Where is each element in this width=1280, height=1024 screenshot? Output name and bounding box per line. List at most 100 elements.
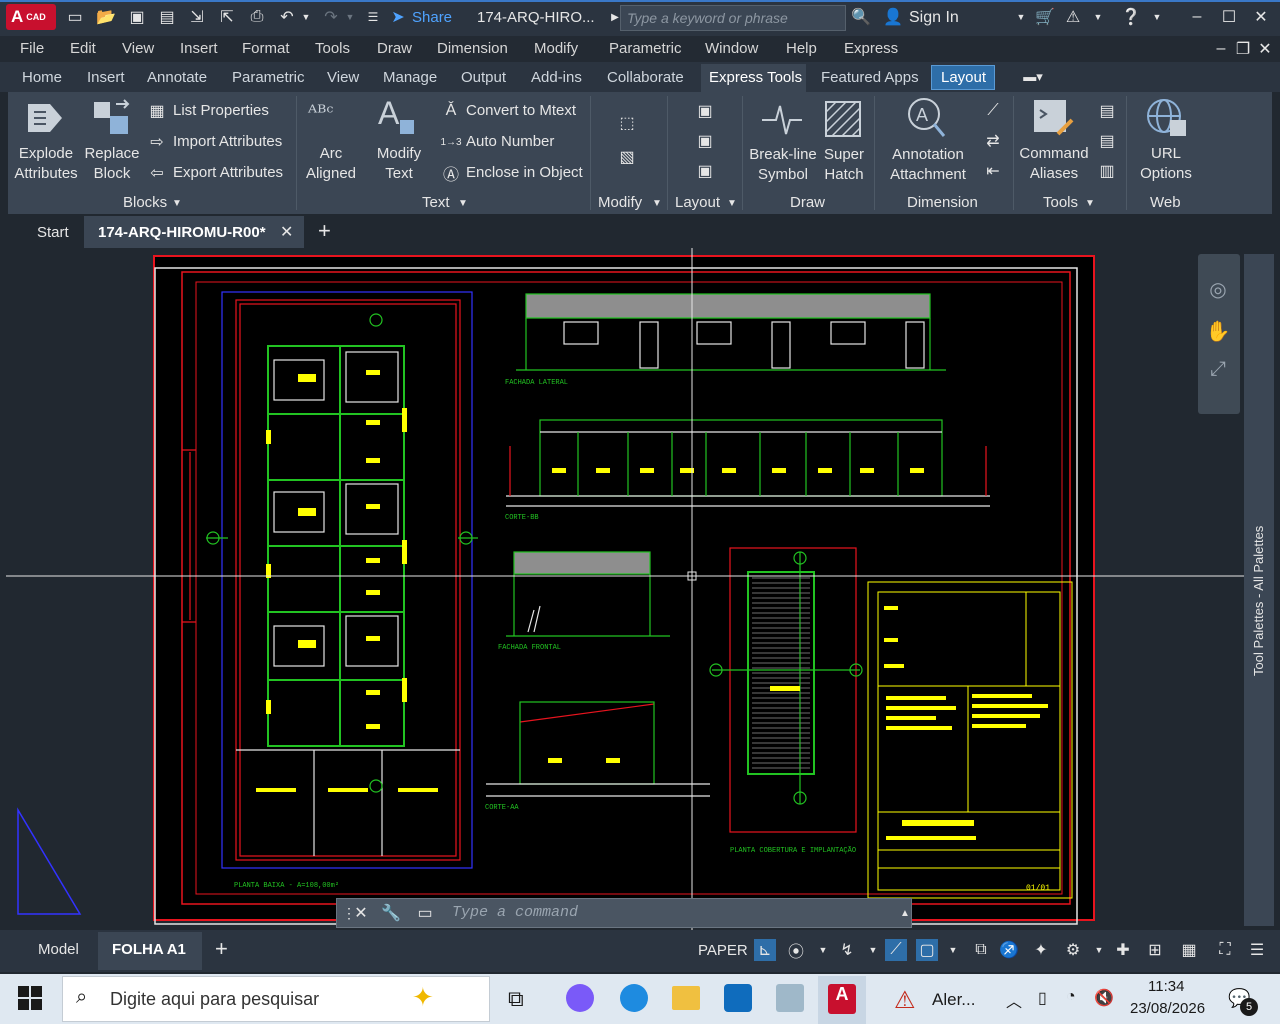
folha-a1-tab[interactable]: FOLHA A1 (112, 941, 186, 958)
tab-manage[interactable]: Manage (383, 69, 437, 86)
tab-collaborate[interactable]: Collaborate (607, 69, 684, 86)
modify-tool-1-icon[interactable]: ⬚ (616, 112, 638, 134)
new-layout-icon[interactable]: + (215, 936, 228, 962)
selection-cycling-icon[interactable]: ▢ (916, 939, 938, 961)
ribbon-toggle-icon[interactable]: ▬▾ (1022, 66, 1044, 88)
blocks-panel-expand-icon[interactable]: ▼ (172, 198, 182, 209)
convert-to-mtext-button[interactable]: Convert to Mtext (466, 102, 576, 119)
close-window-icon[interactable]: ✕ (1250, 6, 1272, 28)
taskbar-search-input[interactable]: Digite aqui para pesquisar (110, 989, 319, 1010)
alert-app-label[interactable]: Aler... (932, 990, 975, 1010)
command-input[interactable]: Type a command (452, 904, 578, 921)
command-customize-icon[interactable]: 🔧 (380, 902, 402, 924)
tab-output[interactable]: Output (461, 69, 506, 86)
drawing-viewport[interactable]: PLANTA BAIXA - A=108,00m² FACHADA LATERA… (6, 248, 1244, 930)
tab-home[interactable]: Home (22, 69, 62, 86)
menu-tools[interactable]: Tools (315, 40, 350, 57)
annotation-attachment-button[interactable]: Annotation Attachment (884, 145, 972, 185)
doc-close-icon[interactable]: ✕ (1254, 38, 1276, 60)
undo-icon[interactable]: ↶ (276, 6, 298, 28)
device-icon[interactable]: ▯ (1038, 988, 1047, 1008)
print-icon[interactable]: ⎙ (246, 6, 268, 28)
new-tab-icon[interactable]: + (318, 218, 331, 244)
save-as-icon[interactable]: ▤ (156, 6, 178, 28)
menu-modify[interactable]: Modify (534, 40, 578, 57)
pan-icon[interactable]: ✋ (1206, 320, 1231, 343)
sign-in-button[interactable]: Sign In (909, 9, 959, 27)
menu-draw[interactable]: Draw (377, 40, 412, 57)
layout-tool-2-icon[interactable]: ▣ (694, 130, 716, 152)
clean-screen-icon[interactable]: ⛶ (1214, 939, 1236, 961)
import-attributes-button[interactable]: Import Attributes (173, 133, 282, 150)
taskbar-date[interactable]: 23/08/2026 (1130, 1000, 1205, 1017)
connect-dropdown-icon[interactable]: ▼ (1087, 6, 1109, 28)
polar-dropdown-icon[interactable]: ▼ (812, 939, 834, 961)
tab-layout[interactable]: Layout (941, 69, 986, 86)
lineweight-icon[interactable]: ⟋ (885, 939, 907, 961)
selection-dropdown-icon[interactable]: ▼ (942, 939, 964, 961)
layout-tool-3-icon[interactable]: ▣ (694, 160, 716, 182)
command-prompt-icon[interactable]: ▭ (414, 902, 436, 924)
app-logo[interactable]: A CAD (6, 4, 56, 30)
units-icon[interactable]: ⊞ (1144, 939, 1166, 961)
auto-number-button[interactable]: Auto Number (466, 133, 554, 150)
workspace-dropdown-icon[interactable]: ▼ (1088, 939, 1110, 961)
outlook-icon[interactable] (724, 984, 752, 1012)
super-hatch-button[interactable]: Super Hatch (818, 145, 870, 185)
url-options-button[interactable]: URL Options (1136, 144, 1196, 184)
menu-help[interactable]: Help (786, 40, 817, 57)
command-aliases-button[interactable]: Command Aliases (1016, 144, 1092, 184)
tab-featured-apps[interactable]: Featured Apps (821, 69, 919, 86)
customize-toolbar-icon[interactable]: ☰ (362, 6, 384, 28)
enclose-in-object-button[interactable]: Enclose in Object (466, 164, 583, 181)
search-icon[interactable]: 🔍 (850, 6, 872, 28)
menu-insert[interactable]: Insert (180, 40, 218, 57)
alert-warning-icon[interactable]: ⚠ (894, 986, 916, 1015)
tab-add-ins[interactable]: Add-ins (531, 69, 582, 86)
connect-icon[interactable]: ⚠ (1062, 6, 1084, 28)
document-tab-label[interactable]: 174-ARQ-HIROMU-R00* (98, 224, 266, 241)
doc-restore-icon[interactable]: ❐ (1232, 38, 1254, 60)
share-button[interactable]: Share (412, 9, 452, 26)
command-history-icon[interactable]: ▲ (894, 902, 916, 924)
menu-file[interactable]: File (20, 40, 44, 57)
blocks-panel-title[interactable]: Blocks (123, 194, 167, 211)
taskbar-time[interactable]: 11:34 (1148, 978, 1184, 995)
dimension-tool-3-icon[interactable]: ⇤ (982, 160, 1004, 182)
layout-panel-title[interactable]: Layout (675, 194, 720, 211)
help-dropdown-icon[interactable]: ▼ (1146, 6, 1168, 28)
keyword-search-input[interactable]: Type a keyword or phrase (620, 5, 846, 31)
volume-muted-icon[interactable]: 🔇 (1094, 988, 1114, 1008)
list-properties-button[interactable]: List Properties (173, 102, 269, 119)
quick-properties-icon[interactable]: ▦ (1178, 939, 1200, 961)
redo-dropdown-icon[interactable]: ▼ (344, 6, 356, 28)
copilot-icon[interactable] (566, 984, 594, 1012)
explode-attributes-button[interactable]: Explode Attributes (12, 144, 80, 184)
dimension-tool-2-icon[interactable]: ⇄ (982, 130, 1004, 152)
close-tab-icon[interactable]: ✕ (280, 222, 293, 242)
menu-parametric[interactable]: Parametric (609, 40, 682, 57)
tools-tool-2-icon[interactable]: ▤ (1096, 130, 1118, 152)
help-icon[interactable]: ❔ (1120, 6, 1142, 28)
start-tab[interactable]: Start (37, 224, 69, 241)
edge-browser-icon[interactable] (620, 984, 648, 1012)
export-attributes-button[interactable]: Export Attributes (173, 164, 283, 181)
zoom-extents-icon[interactable]: ⤢ (1207, 358, 1229, 380)
text-panel-title[interactable]: Text (422, 194, 450, 211)
file-explorer-icon[interactable] (672, 986, 700, 1010)
modify-tool-2-icon[interactable]: ▧ (616, 146, 638, 168)
tools-panel-title[interactable]: Tools (1043, 194, 1078, 211)
windows-start-icon[interactable] (18, 986, 42, 1010)
modify-panel-title[interactable]: Modify (598, 194, 642, 211)
open-folder-icon[interactable]: 📂 (95, 6, 117, 28)
osnap-dropdown-icon[interactable]: ▼ (862, 939, 884, 961)
tools-tool-3-icon[interactable]: ▥ (1096, 160, 1118, 182)
osnap-icon[interactable]: ↯ (836, 939, 858, 961)
new-file-icon[interactable]: ▭ (64, 6, 86, 28)
menu-edit[interactable]: Edit (70, 40, 96, 57)
arc-aligned-button[interactable]: Arc Aligned (302, 144, 360, 184)
share-icon[interactable]: ➤ (387, 6, 409, 28)
show-hidden-icons-icon[interactable]: ︿ (1006, 988, 1022, 1012)
breakline-symbol-button[interactable]: Break-line Symbol (748, 145, 818, 185)
sign-in-dropdown-icon[interactable]: ▼ (1010, 6, 1032, 28)
